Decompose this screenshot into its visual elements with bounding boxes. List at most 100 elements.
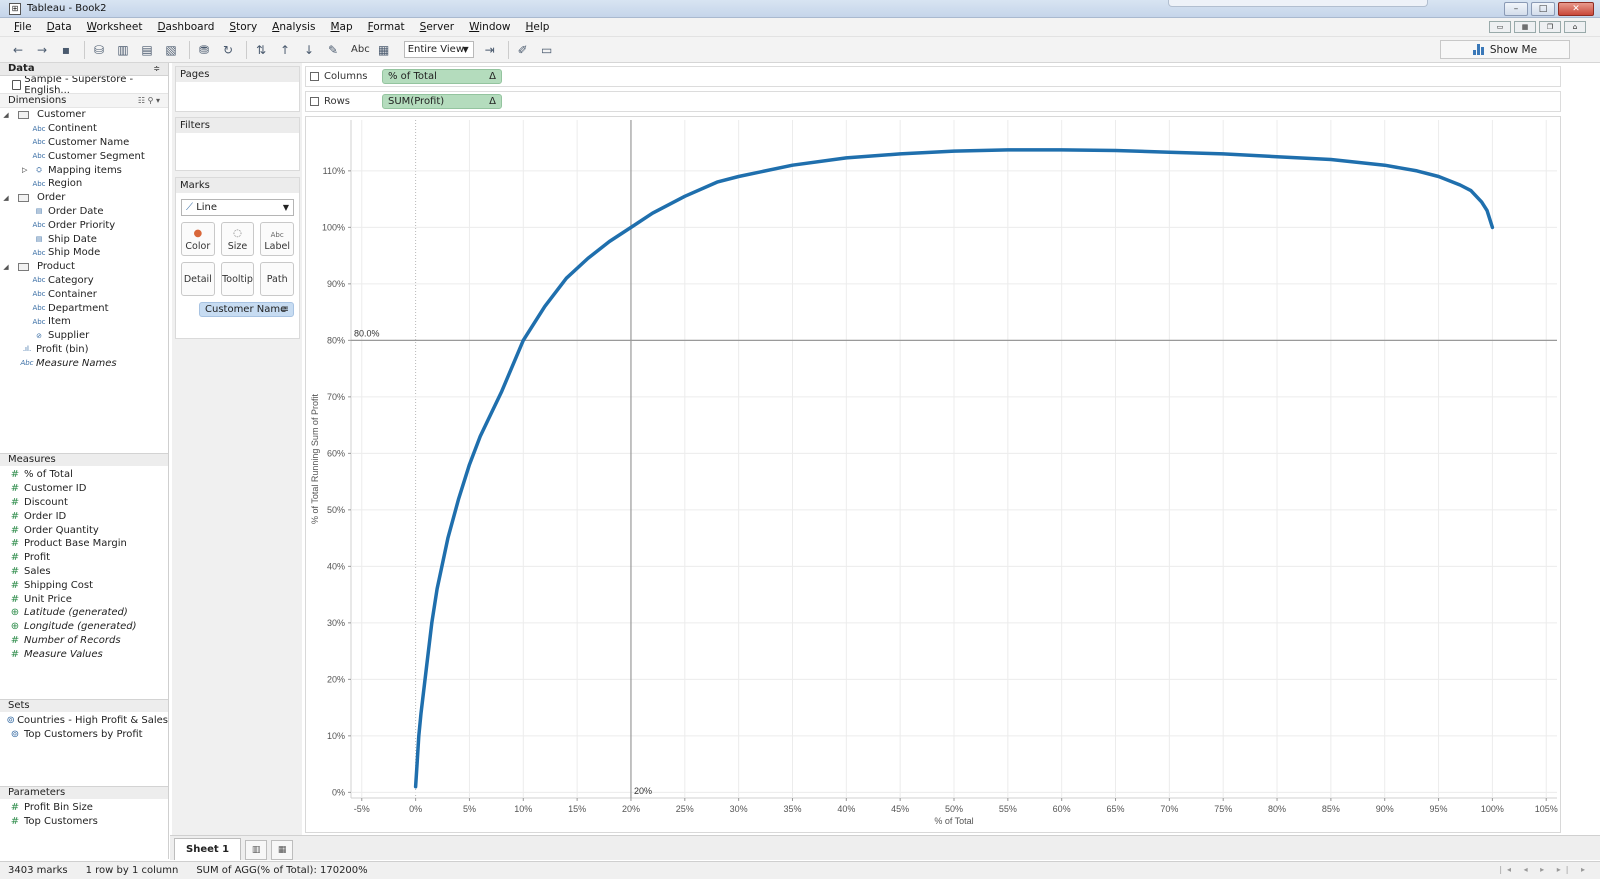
expand-triangle-icon[interactable]: ◢ (0, 263, 12, 271)
expand-triangle-icon[interactable]: ◢ (0, 111, 12, 119)
menu-story[interactable]: Story (229, 21, 257, 33)
menu-data[interactable]: Data (47, 21, 72, 33)
measure-field[interactable]: # Order ID (0, 509, 168, 523)
duplicate-sheet-icon[interactable]: ▤ (137, 40, 157, 60)
measure-field[interactable]: # Order Quantity (0, 523, 168, 537)
presentation-icon[interactable]: ▭ (537, 40, 557, 60)
pareto-line-chart[interactable]: -5% 0% 5% 10% 15% 20% 25% 30% 35% 40% 45% 50% 55% 60%… (305, 116, 1561, 833)
measure-field[interactable]: # Number of Records (0, 634, 168, 648)
label-button[interactable]: Abc Label (260, 222, 295, 256)
forward-arrow-icon[interactable]: → (32, 40, 52, 60)
measure-field[interactable]: ⊕ Latitude (generated) (0, 606, 168, 620)
dimension-field[interactable]: ◢ Order (0, 191, 168, 205)
new-worksheet-icon[interactable]: ▥ (113, 40, 133, 60)
menu-analysis[interactable]: Analysis (272, 21, 315, 33)
customer-name-path-pill[interactable]: Customer Name ≡ (199, 302, 294, 317)
percent-of-total-pill[interactable]: % of Total Δ (382, 69, 502, 84)
menu-window[interactable]: Window (469, 21, 510, 33)
pause-updates-icon[interactable]: ⛃ (194, 40, 214, 60)
dimension-field[interactable]: Abc Container (0, 287, 168, 301)
measure-field[interactable]: # Sales (0, 565, 168, 579)
menu-dashboard[interactable]: Dashboard (157, 21, 214, 33)
fit-dropdown[interactable]: Entire View ▼ (403, 41, 474, 58)
sheet-navigation-arrows[interactable]: |◂ ◂ ▸ ▸| ▸ (1499, 865, 1590, 874)
dimension-field[interactable]: Abc Region (0, 177, 168, 191)
dimension-field[interactable]: .ıl. Profit (bin) (0, 343, 168, 357)
maximize-button[interactable]: □ (1531, 2, 1555, 16)
back-arrow-icon[interactable]: ← (8, 40, 28, 60)
dimension-field[interactable]: Abc Customer Segment (0, 149, 168, 163)
new-worksheet-tab-icon[interactable]: ▥ (245, 840, 268, 860)
database-icon[interactable]: ⛁ (89, 40, 109, 60)
mark-type-dropdown[interactable]: ⟋ Line ▼ (181, 199, 294, 216)
sum-profit-pill[interactable]: SUM(Profit) Δ (382, 94, 502, 109)
dimension-field[interactable]: ▷ ⛭ Mapping items (0, 163, 168, 177)
measure-field[interactable]: # Shipping Cost (0, 578, 168, 592)
highlight-icon[interactable]: ✎ (323, 40, 343, 60)
measure-field[interactable]: # Product Base Margin (0, 537, 168, 551)
columns-shelf[interactable]: Columns % of Total Δ (305, 66, 1561, 87)
save-icon[interactable]: ▪ (56, 40, 76, 60)
parameter-item[interactable]: # Top Customers (0, 815, 168, 829)
measure-field[interactable]: # % of Total (0, 468, 168, 482)
dimension-field[interactable]: Abc Department (0, 301, 168, 315)
expand-triangle-icon[interactable]: ◢ (0, 194, 12, 202)
pages-shelf[interactable]: Pages (175, 66, 300, 112)
home-button[interactable]: ⌂ (1564, 21, 1586, 33)
pane-menu-icon[interactable]: ≑ (153, 63, 160, 75)
title-bar-handle[interactable] (1168, 0, 1428, 7)
dimension-field[interactable]: Abc Customer Name (0, 136, 168, 150)
new-dashboard-tab-icon[interactable]: ▦ (271, 840, 294, 860)
measure-field[interactable]: # Customer ID (0, 482, 168, 496)
show-mark-labels-button[interactable]: Abc (351, 44, 370, 55)
sort-descending-icon[interactable]: ↓ (299, 40, 319, 60)
show-me-button[interactable]: Show Me (1440, 40, 1570, 59)
presentation-mode-button[interactable]: ▭ (1489, 21, 1511, 33)
dimension-field[interactable]: ◢ Product (0, 260, 168, 274)
size-button[interactable]: ◌ Size (220, 222, 255, 256)
dimension-field[interactable]: ⊘ Supplier (0, 329, 168, 343)
detail-button[interactable]: Detail (181, 262, 215, 296)
minimize-button[interactable]: – (1504, 2, 1528, 16)
fix-axes-icon[interactable]: ⇥ (480, 40, 500, 60)
parameter-item[interactable]: # Profit Bin Size (0, 801, 168, 815)
color-button[interactable]: ● Color (181, 222, 215, 256)
find-field-icon[interactable]: ☷ ⚲ ▾ (138, 96, 160, 105)
clear-sheet-icon[interactable]: ▧ (161, 40, 181, 60)
pen-icon[interactable]: ✐ (513, 40, 533, 60)
dimension-field[interactable]: ▤ Ship Date (0, 232, 168, 246)
measure-field[interactable]: # Discount (0, 496, 168, 510)
datasource-item[interactable]: Sample - Superstore - English... (0, 74, 168, 96)
set-item[interactable]: ⊚ Countries - High Profit & Sales (0, 714, 168, 728)
tile-button[interactable]: ▦ (1514, 21, 1536, 33)
chart-bars-icon[interactable]: ▦ (374, 40, 394, 60)
measure-field[interactable]: # Measure Values (0, 647, 168, 661)
menu-map[interactable]: Map (330, 21, 352, 33)
restore-button[interactable]: ❐ (1539, 21, 1561, 33)
set-item[interactable]: ⊚ Top Customers by Profit (0, 728, 168, 742)
sheet-tab[interactable]: Sheet 1 (174, 838, 242, 860)
menu-server[interactable]: Server (420, 21, 454, 33)
dimension-field[interactable]: Abc Continent (0, 122, 168, 136)
tooltip-button[interactable]: Tooltip (220, 262, 255, 296)
menu-help[interactable]: Help (526, 21, 550, 33)
dimension-field[interactable]: Abc Item (0, 315, 168, 329)
menu-file[interactable]: File (14, 21, 32, 33)
menu-worksheet[interactable]: Worksheet (87, 21, 143, 33)
dimension-field[interactable]: ▤ Order Date (0, 205, 168, 219)
sort-ascending-icon[interactable]: ↑ (275, 40, 295, 60)
measure-field[interactable]: # Profit (0, 551, 168, 565)
dimension-field[interactable]: Abc Order Priority (0, 218, 168, 232)
dimension-field[interactable]: Abc Measure Names (0, 356, 168, 370)
dimension-field[interactable]: Abc Category (0, 274, 168, 288)
dimension-field[interactable]: Abc Ship Mode (0, 246, 168, 260)
measure-field[interactable]: ⊕ Longitude (generated) (0, 620, 168, 634)
path-button[interactable]: Path (260, 262, 295, 296)
filters-shelf[interactable]: Filters (175, 117, 300, 171)
refresh-icon[interactable]: ↻ (218, 40, 238, 60)
swap-rows-columns-icon[interactable]: ⇅ (251, 40, 271, 60)
menu-format[interactable]: Format (368, 21, 405, 33)
dimension-field[interactable]: ◢ Customer (0, 108, 168, 122)
rows-shelf[interactable]: Rows SUM(Profit) Δ (305, 91, 1561, 112)
close-button[interactable]: ✕ (1558, 2, 1594, 16)
